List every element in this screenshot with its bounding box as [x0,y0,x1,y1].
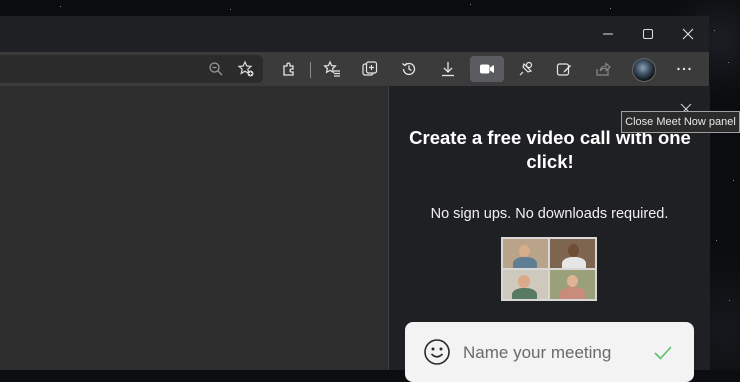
more-button[interactable] [670,56,698,82]
minimize-icon [603,33,613,35]
panel-headline: Create a free video call with one click! [409,127,691,172]
maximize-icon [643,29,653,39]
more-icon [677,67,691,71]
video-tile [503,270,548,299]
browser-toolbar [0,52,709,86]
video-call-illustration [501,237,597,301]
video-tile [550,270,595,299]
downloads-icon [442,62,454,77]
profile-avatar[interactable] [632,58,656,82]
maximize-button[interactable] [628,16,668,52]
meet-now-icon [480,64,494,74]
address-bar[interactable] [0,55,263,83]
star [714,30,715,31]
favorites-button[interactable] [318,56,346,82]
panel-subline: No sign ups. No downloads required. [430,206,669,222]
meet-now-button[interactable] [470,56,504,82]
history-button[interactable] [395,56,423,82]
downloads-button[interactable] [434,56,462,82]
extensions-button[interactable] [275,56,303,82]
toolbar-divider [310,62,311,78]
video-tile [503,239,548,268]
add-favorite-icon [237,60,254,77]
zoom-icon [209,62,223,76]
share-icon [596,62,611,76]
close-icon [682,28,694,40]
extensions-icon [283,62,294,76]
smiley-icon [424,339,450,365]
star [733,180,734,181]
video-tile [550,239,595,268]
title-bar [0,16,709,52]
browser-window: Create a free video call with one click!… [0,16,710,382]
collections-button[interactable] [356,56,384,82]
close-window-button[interactable] [668,16,708,52]
minimize-button[interactable] [588,16,628,52]
star [60,6,61,7]
star [470,4,471,5]
close-panel-tooltip: Close Meet Now panel [621,111,740,133]
add-favorite-button[interactable] [232,56,260,82]
performance-button[interactable] [512,56,540,82]
zoom-button[interactable] [202,56,230,82]
meeting-name-box [405,322,694,382]
check-icon[interactable] [653,344,673,362]
star [716,240,717,241]
favorites-icon [323,60,340,77]
performance-icon [519,61,533,76]
page-content-area [0,86,388,370]
star [230,9,231,10]
web-capture-button[interactable] [550,56,578,82]
star [729,300,730,301]
history-icon [402,62,416,76]
share-button[interactable] [589,56,617,82]
collections-icon [362,61,378,76]
web-capture-icon [556,63,571,76]
meeting-name-input[interactable] [461,338,655,368]
star [728,62,729,63]
star [610,8,611,9]
